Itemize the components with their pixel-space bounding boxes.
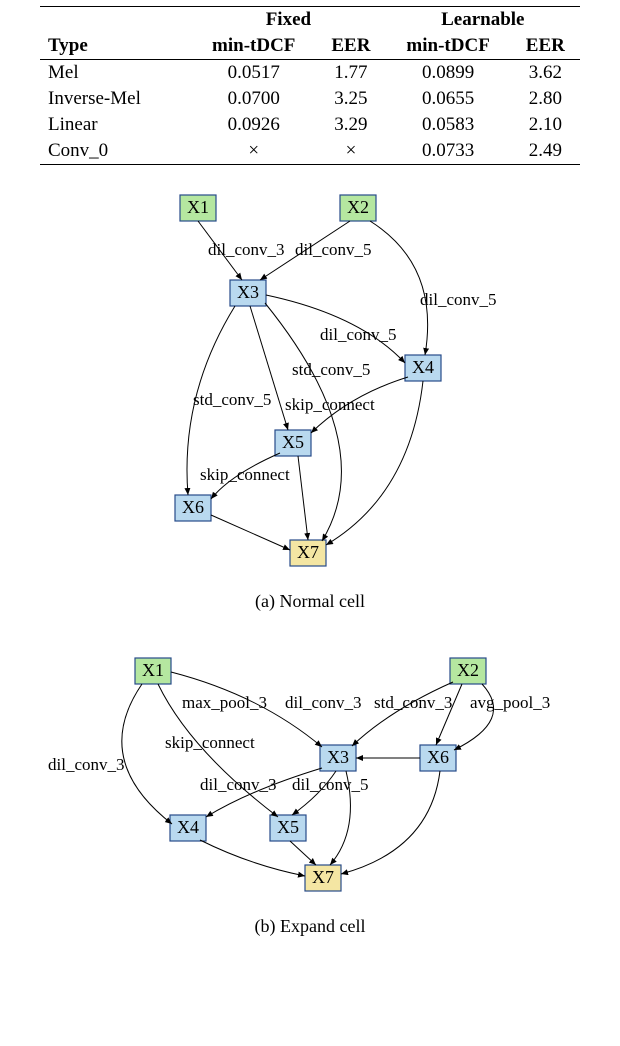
col-group-learnable: Learnable <box>386 7 580 34</box>
svg-text:X3: X3 <box>237 282 259 302</box>
node-x2: X2 <box>450 658 486 684</box>
edge-label: skip_connect <box>165 733 255 752</box>
node-x3: X3 <box>320 745 356 771</box>
svg-text:X2: X2 <box>347 197 369 217</box>
cell: 3.62 <box>511 60 580 87</box>
svg-text:X6: X6 <box>182 497 204 517</box>
col-group-fixed: Fixed <box>191 7 385 34</box>
results-table: Fixed Learnable Type min-tDCF EER min-tD… <box>40 6 580 165</box>
svg-text:X4: X4 <box>177 817 199 837</box>
edge-label: dil_conv_5 <box>420 290 497 309</box>
node-x3: X3 <box>230 280 266 306</box>
svg-text:X6: X6 <box>427 747 449 767</box>
svg-text:X7: X7 <box>312 867 334 887</box>
edge-label: std_conv_5 <box>292 360 370 379</box>
table-row: Inverse-Mel 0.0700 3.25 0.0655 2.80 <box>40 86 580 112</box>
cell: 0.0899 <box>386 60 511 87</box>
cell: 2.49 <box>511 138 580 165</box>
node-x7: X7 <box>305 865 341 891</box>
cell: 0.0583 <box>386 112 511 138</box>
edge-label: skip_connect <box>200 465 290 484</box>
node-x4: X4 <box>170 815 206 841</box>
cell-type: Linear <box>40 112 191 138</box>
svg-text:X1: X1 <box>142 660 164 680</box>
node-x1: X1 <box>135 658 171 684</box>
table-row: Mel 0.0517 1.77 0.0899 3.62 <box>40 60 580 87</box>
table-row: Conv_0 × × 0.0733 2.49 <box>40 138 580 165</box>
node-x1: X1 <box>180 195 216 221</box>
edge-label: dil_conv_3 <box>208 240 285 259</box>
node-x7: X7 <box>290 540 326 566</box>
edge-label: dil_conv_3 <box>48 755 125 774</box>
svg-text:X5: X5 <box>282 432 304 452</box>
svg-text:X5: X5 <box>277 817 299 837</box>
cell: 1.77 <box>316 60 385 87</box>
col-learn-mintdcf: min-tDCF <box>386 33 511 60</box>
node-x5: X5 <box>275 430 311 456</box>
normal-cell-diagram: X1 X2 X3 X4 X5 X6 <box>60 165 560 585</box>
edge-label: std_conv_5 <box>193 390 271 409</box>
cell: 0.0655 <box>386 86 511 112</box>
col-learn-eer: EER <box>511 33 580 60</box>
expand-cell-diagram: X1 X2 X3 X6 X4 X5 <box>30 640 590 910</box>
cell-type: Mel <box>40 60 191 87</box>
svg-text:X4: X4 <box>412 357 434 377</box>
svg-text:X3: X3 <box>327 747 349 767</box>
expand-caption: (b) Expand cell <box>255 916 366 937</box>
cell: 2.80 <box>511 86 580 112</box>
cell: 2.10 <box>511 112 580 138</box>
col-fixed-eer: EER <box>316 33 385 60</box>
cell-type: Inverse-Mel <box>40 86 191 112</box>
table-row: Linear 0.0926 3.29 0.0583 2.10 <box>40 112 580 138</box>
cell: × <box>316 138 385 165</box>
edge-label: max_pool_3 <box>182 693 267 712</box>
node-x4: X4 <box>405 355 441 381</box>
cell: 0.0700 <box>191 86 316 112</box>
node-x5: X5 <box>270 815 306 841</box>
edge-label: dil_conv_5 <box>320 325 397 344</box>
edge-label: std_conv_3 <box>374 693 452 712</box>
svg-text:X7: X7 <box>297 542 319 562</box>
cell: 3.29 <box>316 112 385 138</box>
edge-label: dil_conv_3 <box>200 775 277 794</box>
cell: 0.0517 <box>191 60 316 87</box>
cell: 0.0733 <box>386 138 511 165</box>
edge-label: avg_pool_3 <box>470 693 550 712</box>
svg-text:X1: X1 <box>187 197 209 217</box>
cell: × <box>191 138 316 165</box>
edge-label: dil_conv_5 <box>295 240 372 259</box>
col-fixed-mintdcf: min-tDCF <box>191 33 316 60</box>
col-type: Type <box>40 33 191 60</box>
node-x6: X6 <box>175 495 211 521</box>
cell: 0.0926 <box>191 112 316 138</box>
node-x6: X6 <box>420 745 456 771</box>
cell: 3.25 <box>316 86 385 112</box>
node-x2: X2 <box>340 195 376 221</box>
edge-label: dil_conv_5 <box>292 775 369 794</box>
svg-text:X2: X2 <box>457 660 479 680</box>
edge-label: dil_conv_3 <box>285 693 362 712</box>
normal-caption: (a) Normal cell <box>255 591 365 612</box>
cell-type: Conv_0 <box>40 138 191 165</box>
